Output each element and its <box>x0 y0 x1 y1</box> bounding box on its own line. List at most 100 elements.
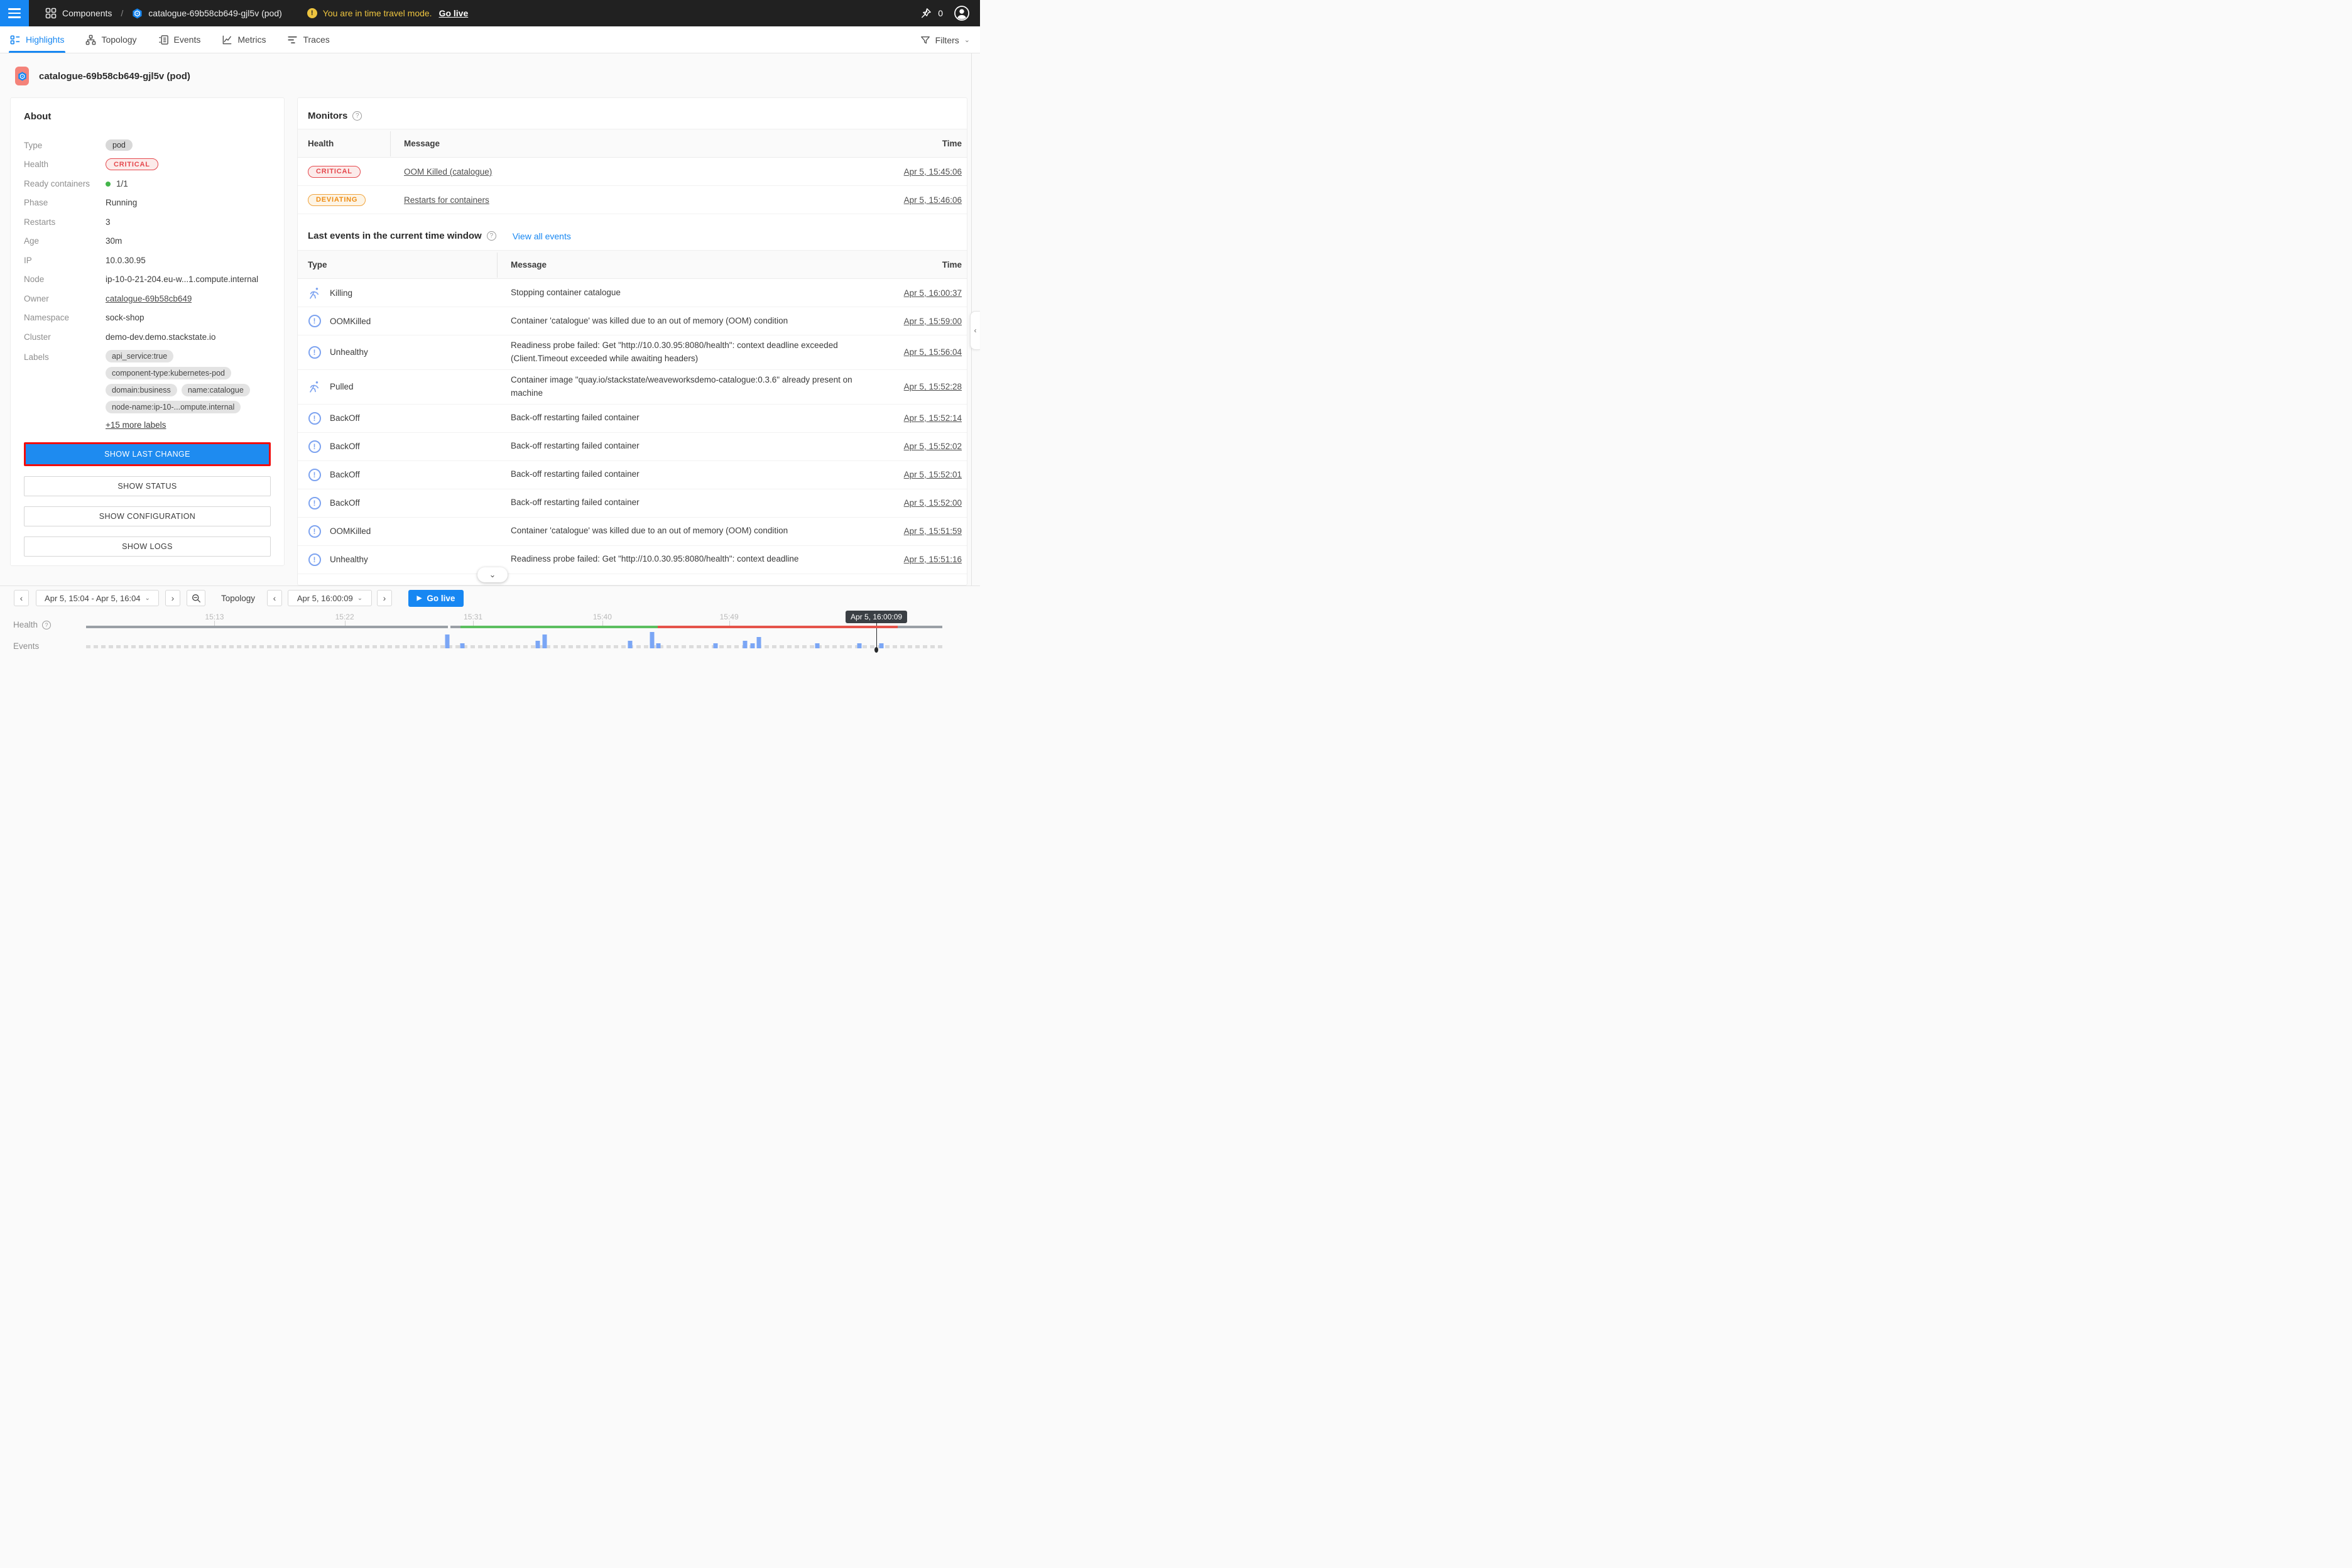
alert-circle-icon: ! <box>308 411 321 425</box>
event-message: Readiness probe failed: Get "http://10.0… <box>497 339 861 366</box>
event-bar[interactable] <box>714 643 718 648</box>
event-bar[interactable] <box>543 634 547 648</box>
monitor-message-link[interactable]: OOM Killed (catalogue) <box>404 167 492 177</box>
event-time-link[interactable]: Apr 5, 15:52:00 <box>904 498 962 508</box>
monitor-time-link[interactable]: Apr 5, 15:45:06 <box>904 167 962 177</box>
field-value: catalogue-69b58cb649 <box>106 294 192 303</box>
view-all-events-link[interactable]: View all events <box>513 231 571 241</box>
collapse-panel-handle[interactable]: ‹ <box>970 311 980 350</box>
event-bar[interactable] <box>628 641 633 648</box>
hamburger-menu-icon[interactable] <box>0 0 29 26</box>
health-segment-unknown <box>898 626 942 628</box>
filters-button[interactable]: Filters ⌄ <box>920 26 970 53</box>
field-label: Ready containers <box>24 179 106 188</box>
event-type: Unhealthy <box>330 555 368 564</box>
monitor-message-link[interactable]: Restarts for containers <box>404 195 489 205</box>
events-table-body: ! Killing Stopping container catalogue A… <box>298 279 967 574</box>
timeline-marker-dot[interactable] <box>874 647 878 653</box>
event-row: ! BackOff Back-off restarting failed con… <box>298 489 967 518</box>
timeline-expand-toggle[interactable]: ⌄ <box>477 567 508 582</box>
about-action-button[interactable]: SHOW LOGS <box>24 536 271 557</box>
go-live-link[interactable]: Go live <box>439 8 469 18</box>
event-type: BackOff <box>330 413 360 423</box>
about-action-button[interactable]: SHOW CONFIGURATION <box>24 506 271 526</box>
field-label: Owner <box>24 294 106 303</box>
event-bar[interactable] <box>535 641 540 648</box>
about-field-row: IP 10.0.30.95 <box>24 251 271 270</box>
tab-metrics[interactable]: Metrics <box>222 26 266 53</box>
event-bar[interactable] <box>879 643 883 648</box>
event-type: BackOff <box>330 470 360 479</box>
event-message: Readiness probe failed: Get "http://10.0… <box>497 553 861 566</box>
about-field-row: Cluster demo-dev.demo.stackstate.io <box>24 327 271 347</box>
label-pill: domain:business <box>106 384 177 396</box>
tab-traces[interactable]: Traces <box>287 26 329 53</box>
pin-icon[interactable] <box>920 7 932 19</box>
event-time-link[interactable]: Apr 5, 15:51:16 <box>904 555 962 564</box>
breadcrumb-current: catalogue-69b58cb649-gjl5v (pod) <box>148 8 281 18</box>
event-type: OOMKilled <box>330 526 371 536</box>
event-type: BackOff <box>330 442 360 451</box>
health-help-icon[interactable]: ? <box>42 621 51 629</box>
event-bar[interactable] <box>750 643 754 648</box>
field-value: demo-dev.demo.stackstate.io <box>106 332 215 342</box>
label-pill: node-name:ip-10-...ompute.internal <box>106 401 241 413</box>
field-value: 10.0.30.95 <box>106 256 146 265</box>
about-field-row: Phase Running <box>24 193 271 213</box>
user-avatar-icon[interactable] <box>954 5 970 21</box>
details-panel: Monitors ? Health Message Time CRITICAL … <box>297 97 967 585</box>
about-action-button[interactable]: SHOW STATUS <box>24 476 271 496</box>
monitors-table-body: CRITICAL OOM Killed (catalogue) Apr 5, 1… <box>298 158 967 214</box>
event-bar[interactable] <box>460 643 465 648</box>
breadcrumb-separator: / <box>117 8 126 18</box>
events-heading: Last events in the current time window <box>308 231 482 241</box>
health-segment-unknown <box>86 626 448 628</box>
tab-events[interactable]: Events <box>158 26 201 53</box>
event-row: ! Pulled Container image "quay.io/stacks… <box>298 370 967 405</box>
timeline-track[interactable]: Apr 5, 16:00:09 15:1315:2215:3115:4015:4… <box>86 586 942 654</box>
event-bar[interactable] <box>650 632 655 648</box>
alert-circle-icon: ! <box>308 315 321 328</box>
event-row: ! Unhealthy Readiness probe failed: Get … <box>298 546 967 574</box>
event-bar[interactable] <box>445 634 450 648</box>
about-field-row: Ready containers 1/1 <box>24 174 271 193</box>
event-type: BackOff <box>330 498 360 508</box>
runner-icon: ! <box>308 286 321 300</box>
event-bar[interactable] <box>757 637 761 648</box>
monitor-time-link[interactable]: Apr 5, 15:46:06 <box>904 195 962 205</box>
event-time-link[interactable]: Apr 5, 15:51:59 <box>904 526 962 536</box>
field-label: Namespace <box>24 313 106 322</box>
tab-bar: Highlights Topology Events Metrics Trace… <box>0 26 980 53</box>
pod-icon <box>132 8 143 19</box>
event-bar[interactable] <box>815 643 820 648</box>
about-action-button[interactable]: SHOW LAST CHANGE <box>24 442 271 466</box>
field-label: Age <box>24 236 106 246</box>
event-time-link[interactable]: Apr 5, 16:00:37 <box>904 288 962 298</box>
event-row: ! Unhealthy Readiness probe failed: Get … <box>298 335 967 370</box>
warning-icon: ! <box>307 8 317 18</box>
timeline-tick-label: 15:31 <box>464 612 482 621</box>
time-range-prev-button[interactable]: ‹ <box>14 590 29 606</box>
event-type: OOMKilled <box>330 317 371 326</box>
field-value: ip-10-0-21-204.eu-w...1.compute.internal <box>106 275 258 284</box>
tab-highlights[interactable]: Highlights <box>10 26 64 53</box>
breadcrumb-section[interactable]: Components <box>62 8 112 18</box>
event-bar[interactable] <box>857 643 861 648</box>
tab-topology[interactable]: Topology <box>85 26 136 53</box>
more-labels-link[interactable]: +15 more labels <box>106 420 166 430</box>
event-bar[interactable] <box>656 643 661 648</box>
event-time-link[interactable]: Apr 5, 15:52:14 <box>904 413 962 423</box>
event-bar[interactable] <box>743 641 747 648</box>
events-help-icon[interactable]: ? <box>487 231 496 241</box>
event-time-link[interactable]: Apr 5, 15:52:01 <box>904 470 962 479</box>
event-time-link[interactable]: Apr 5, 15:52:02 <box>904 442 962 451</box>
event-time-link[interactable]: Apr 5, 15:56:04 <box>904 347 962 357</box>
event-time-link[interactable]: Apr 5, 15:52:28 <box>904 382 962 391</box>
event-message: Back-off restarting failed container <box>497 440 861 453</box>
event-type: Unhealthy <box>330 347 368 357</box>
event-time-link[interactable]: Apr 5, 15:59:00 <box>904 317 962 326</box>
monitors-help-icon[interactable]: ? <box>352 111 362 121</box>
event-message: Back-off restarting failed container <box>497 468 861 481</box>
event-message: Back-off restarting failed container <box>497 411 861 425</box>
health-segment-unknown <box>450 626 460 628</box>
